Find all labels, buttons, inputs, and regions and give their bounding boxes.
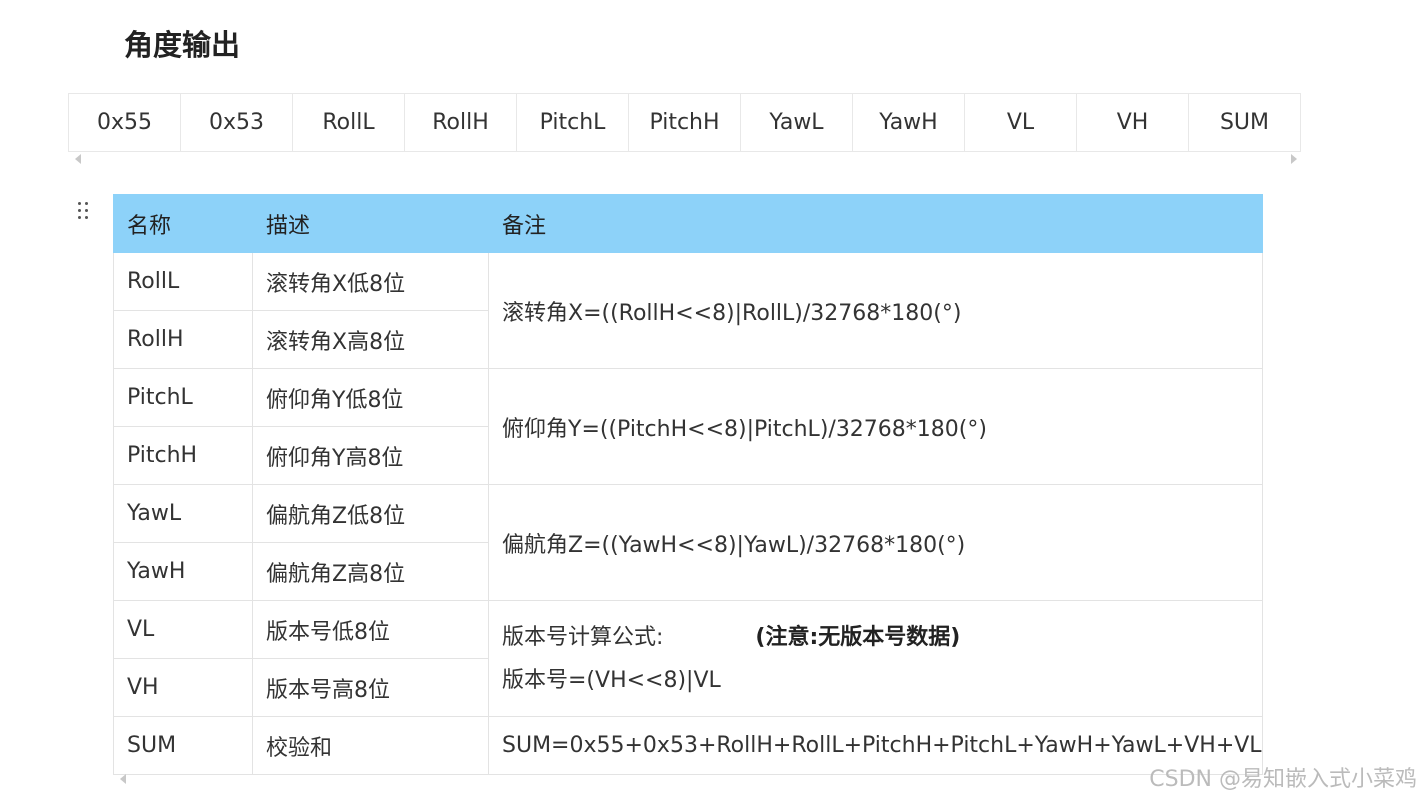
version-note: (注意:无版本号数据) [755, 624, 961, 650]
field-name: YawL [113, 484, 253, 543]
frame-byte-cell: YawL [740, 93, 853, 152]
frame-byte-cell: VL [964, 93, 1077, 152]
table-row: SUM 校验和 SUM=0x55+0x53+RollH+RollL+PitchH… [113, 716, 1263, 775]
field-description: 版本号高8位 [252, 658, 489, 717]
table-header-row: 名称 描述 备注 [113, 194, 1263, 253]
version-line-1: 版本号计算公式: (注意:无版本号数据) [502, 616, 1262, 659]
field-name: PitchH [113, 426, 253, 485]
field-description: 版本号低8位 [252, 600, 489, 659]
remark-version: 版本号计算公式: (注意:无版本号数据) 版本号=(VH<<8)|VL [488, 600, 1263, 717]
version-formula: 版本号=(VH<<8)|VL [502, 667, 721, 693]
remark-roll: 滚转角X=((RollH<<8)|RollL)/32768*180(°) [488, 252, 1263, 369]
frame-byte-cell: RollL [292, 93, 405, 152]
field-description: 俯仰角Y低8位 [252, 368, 489, 427]
drag-handle-icon[interactable] [78, 202, 92, 224]
field-name: VH [113, 658, 253, 717]
field-name: SUM [113, 716, 253, 775]
header-name: 名称 [113, 194, 253, 253]
field-description-table: 名称 描述 备注 RollL 滚转角X低8位 滚转角X=((RollH<<8)|… [113, 194, 1263, 775]
field-description: 偏航角Z高8位 [252, 542, 489, 601]
field-description: 俯仰角Y高8位 [252, 426, 489, 485]
frame-byte-cell: 0x55 [68, 93, 181, 152]
header-remark: 备注 [488, 194, 1263, 253]
field-name: YawH [113, 542, 253, 601]
header-description: 描述 [252, 194, 489, 253]
scroll-left-arrow-icon[interactable] [75, 154, 81, 164]
table-row: RollL 滚转角X低8位 滚转角X=((RollH<<8)|RollL)/32… [113, 252, 1263, 369]
frame-byte-cell: 0x53 [180, 93, 293, 152]
frame-byte-cell: VH [1076, 93, 1189, 152]
frame-byte-cell: RollH [404, 93, 517, 152]
frame-byte-cell: PitchH [628, 93, 741, 152]
frame-byte-cell: YawH [852, 93, 965, 152]
remark-pitch: 俯仰角Y=((PitchH<<8)|PitchL)/32768*180(°) [488, 368, 1263, 485]
remark-yaw: 偏航角Z=((YawH<<8)|YawL)/32768*180(°) [488, 484, 1263, 601]
field-description: 滚转角X高8位 [252, 310, 489, 369]
frame-byte-cell: PitchL [516, 93, 629, 152]
field-name: RollH [113, 310, 253, 369]
scroll-left-arrow-icon[interactable] [120, 774, 126, 784]
table-row: VL 版本号低8位 版本号计算公式: (注意:无版本号数据) 版本号=(VH<<8… [113, 600, 1263, 717]
field-description: 校验和 [252, 716, 489, 775]
page-heading: 角度输出 [124, 28, 241, 62]
field-name: PitchL [113, 368, 253, 427]
version-label: 版本号计算公式: [502, 624, 664, 650]
field-name: VL [113, 600, 253, 659]
table-row: PitchL 俯仰角Y低8位 俯仰角Y=((PitchH<<8)|PitchL)… [113, 368, 1263, 485]
watermark: CSDN @易知嵌入式小菜鸡 [1149, 767, 1417, 792]
frame-byte-row: 0x55 0x53 RollL RollH PitchL PitchH YawL… [68, 93, 1301, 152]
remark-sum: SUM=0x55+0x53+RollH+RollL+PitchH+PitchL+… [488, 716, 1263, 775]
field-description: 偏航角Z低8位 [252, 484, 489, 543]
scroll-right-arrow-icon[interactable] [1291, 154, 1297, 164]
field-description: 滚转角X低8位 [252, 252, 489, 311]
frame-byte-table: 0x55 0x53 RollL RollH PitchL PitchH YawL… [68, 93, 1301, 152]
field-name: RollL [113, 252, 253, 311]
frame-byte-cell: SUM [1188, 93, 1301, 152]
table-row: YawL 偏航角Z低8位 偏航角Z=((YawH<<8)|YawL)/32768… [113, 484, 1263, 601]
